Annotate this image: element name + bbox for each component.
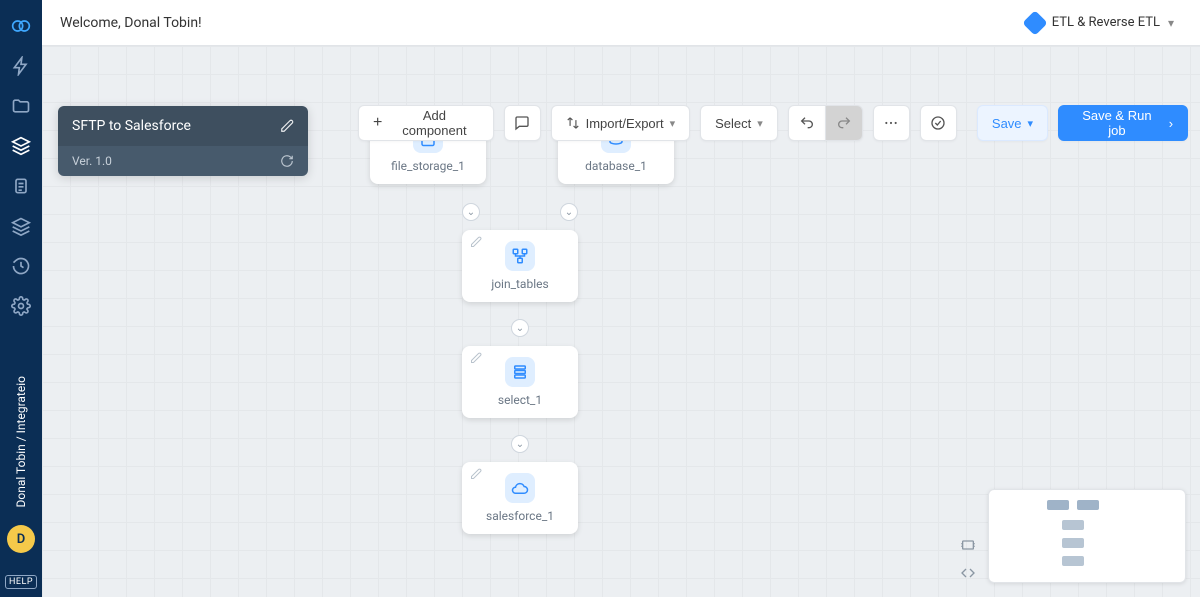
select-label: Select: [715, 116, 751, 131]
node-salesforce[interactable]: salesforce_1: [462, 462, 578, 534]
fit-view-button[interactable]: [958, 535, 978, 555]
edit-title-button[interactable]: [280, 119, 294, 133]
canvas-controls: [958, 535, 978, 583]
port-select-out[interactable]: ⌄: [511, 435, 529, 453]
workflow-title: SFTP to Salesforce: [72, 118, 191, 134]
select-tool-button[interactable]: Select ▾: [700, 105, 778, 141]
edit-node-icon[interactable]: [470, 352, 482, 364]
node-label: salesforce_1: [486, 509, 554, 523]
port-file-out[interactable]: ⌄: [462, 203, 480, 221]
chevron-down-icon: ▾: [1028, 117, 1034, 130]
layers-icon[interactable]: [0, 206, 42, 246]
workflow-version: Ver. 1.0: [72, 154, 112, 168]
workflow-canvas[interactable]: SFTP to Salesforce Ver. 1.0 + Add compon…: [42, 46, 1200, 597]
avatar[interactable]: D: [7, 525, 35, 553]
node-label: file_storage_1: [391, 159, 465, 173]
nav-rail: Donal Tobin / Integrateio D HELP: [0, 0, 42, 597]
redo-button[interactable]: [825, 105, 863, 141]
code-view-button[interactable]: [958, 563, 978, 583]
workspace-icon: [1022, 10, 1047, 35]
edit-node-icon[interactable]: [470, 468, 482, 480]
comment-button[interactable]: [504, 105, 541, 141]
node-label: database_1: [585, 159, 647, 173]
node-select[interactable]: select_1: [462, 346, 578, 418]
port-join-out[interactable]: ⌄: [511, 319, 529, 337]
plus-icon: +: [373, 115, 382, 131]
org-label: Donal Tobin / Integrateio: [14, 376, 28, 507]
save-run-label: Save & Run job: [1073, 108, 1161, 138]
node-label: join_tables: [491, 277, 548, 291]
gear-icon[interactable]: [0, 286, 42, 326]
undo-button[interactable]: [788, 105, 826, 141]
port-db-out[interactable]: ⌄: [560, 203, 578, 221]
workspace-selector[interactable]: ETL & Reverse ETL ▾: [1018, 10, 1182, 36]
more-menu-button[interactable]: [873, 105, 910, 141]
import-export-label: Import/Export: [586, 116, 664, 131]
workflow-info-panel: SFTP to Salesforce Ver. 1.0: [58, 106, 308, 176]
arrow-right-icon: ›: [1169, 116, 1173, 131]
topbar: Welcome, Donal Tobin! ETL & Reverse ETL …: [42, 0, 1200, 46]
join-icon: [505, 241, 535, 271]
add-component-button[interactable]: + Add component: [358, 105, 494, 141]
chevron-down-icon: ▾: [670, 117, 676, 130]
help-button[interactable]: HELP: [5, 575, 37, 589]
save-label: Save: [992, 116, 1022, 131]
logo-icon[interactable]: [0, 6, 42, 46]
edit-node-icon[interactable]: [470, 236, 482, 248]
node-label: select_1: [498, 393, 542, 407]
bolt-icon[interactable]: [0, 46, 42, 86]
box-icon[interactable]: [0, 126, 42, 166]
history-icon[interactable]: [0, 246, 42, 286]
chevron-down-icon: ▾: [757, 117, 763, 130]
refresh-button[interactable]: [280, 154, 294, 168]
validate-button[interactable]: [920, 105, 957, 141]
chevron-down-icon: ▾: [1168, 16, 1174, 30]
clipboard-icon[interactable]: [0, 166, 42, 206]
cloud-icon: [505, 473, 535, 503]
save-run-button[interactable]: Save & Run job ›: [1058, 105, 1188, 141]
folder-icon[interactable]: [0, 86, 42, 126]
minimap[interactable]: [988, 489, 1186, 583]
node-join[interactable]: join_tables: [462, 230, 578, 302]
workspace-label: ETL & Reverse ETL: [1052, 15, 1160, 30]
undo-redo-group: [788, 105, 863, 141]
select-icon: [505, 357, 535, 387]
save-button[interactable]: Save ▾: [977, 105, 1048, 141]
welcome-text: Welcome, Donal Tobin!: [60, 15, 202, 31]
add-component-label: Add component: [390, 108, 478, 138]
toolbar: + Add component Import/Export ▾ Select ▾: [358, 105, 1188, 141]
import-export-button[interactable]: Import/Export ▾: [551, 105, 691, 141]
